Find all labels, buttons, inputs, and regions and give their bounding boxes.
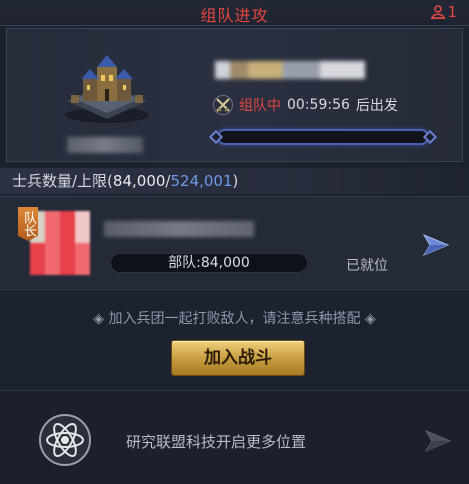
target-panel: 组队中 00:59:56 后出发 xyxy=(6,28,463,162)
send-arrow-icon[interactable] xyxy=(422,233,450,257)
member-count: 1 xyxy=(431,3,457,21)
alliance-tech-row: 研究联盟科技开启更多位置 xyxy=(0,390,469,484)
join-hint: ◈ 加入兵团一起打败敌人，请注意兵种搭配 ◈ xyxy=(93,311,376,327)
progress-cap-left xyxy=(208,129,224,145)
person-icon xyxy=(431,5,446,19)
send-arrow-icon[interactable] xyxy=(424,429,452,453)
target-name-redacted xyxy=(67,137,143,153)
member-count-value: 1 xyxy=(447,3,457,21)
alliance-tech-text: 研究联盟科技开启更多位置 xyxy=(126,433,307,451)
header-bar: 组队进攻 1 xyxy=(0,0,469,26)
member-row: 队长 部队:84,000 已就位 xyxy=(0,196,469,290)
leader-badge: 队长 xyxy=(18,207,38,241)
member-name-redacted xyxy=(104,221,254,237)
page-title: 组队进攻 xyxy=(200,6,269,25)
capacity-close: ) xyxy=(232,172,239,190)
target-owner-redacted xyxy=(215,61,365,79)
capacity-max: 524,001 xyxy=(170,172,233,190)
troop-count-pill: 部队:84,000 xyxy=(110,253,308,273)
countdown-progress-bar xyxy=(208,129,438,145)
avatar[interactable] xyxy=(30,211,90,275)
castle-image xyxy=(65,55,149,123)
progress-cap-right xyxy=(422,129,438,145)
troop-capacity-bar: 士兵数量/上限(84,000/524,001) xyxy=(0,168,469,194)
crossed-swords-icon xyxy=(213,95,233,115)
capacity-current: 84,000 xyxy=(112,172,166,190)
team-status-row: 组队中 00:59:56 后出发 xyxy=(213,95,398,115)
ready-status: 已就位 xyxy=(346,258,388,274)
join-battle-button[interactable]: 加入战斗 xyxy=(171,340,305,376)
depart-label: 后出发 xyxy=(355,98,398,114)
countdown-timer: 00:59:56 xyxy=(287,97,350,113)
team-status-label: 组队中 xyxy=(239,98,281,114)
atom-icon[interactable] xyxy=(38,413,92,467)
capacity-label: 士兵数量/上限( xyxy=(12,172,113,190)
